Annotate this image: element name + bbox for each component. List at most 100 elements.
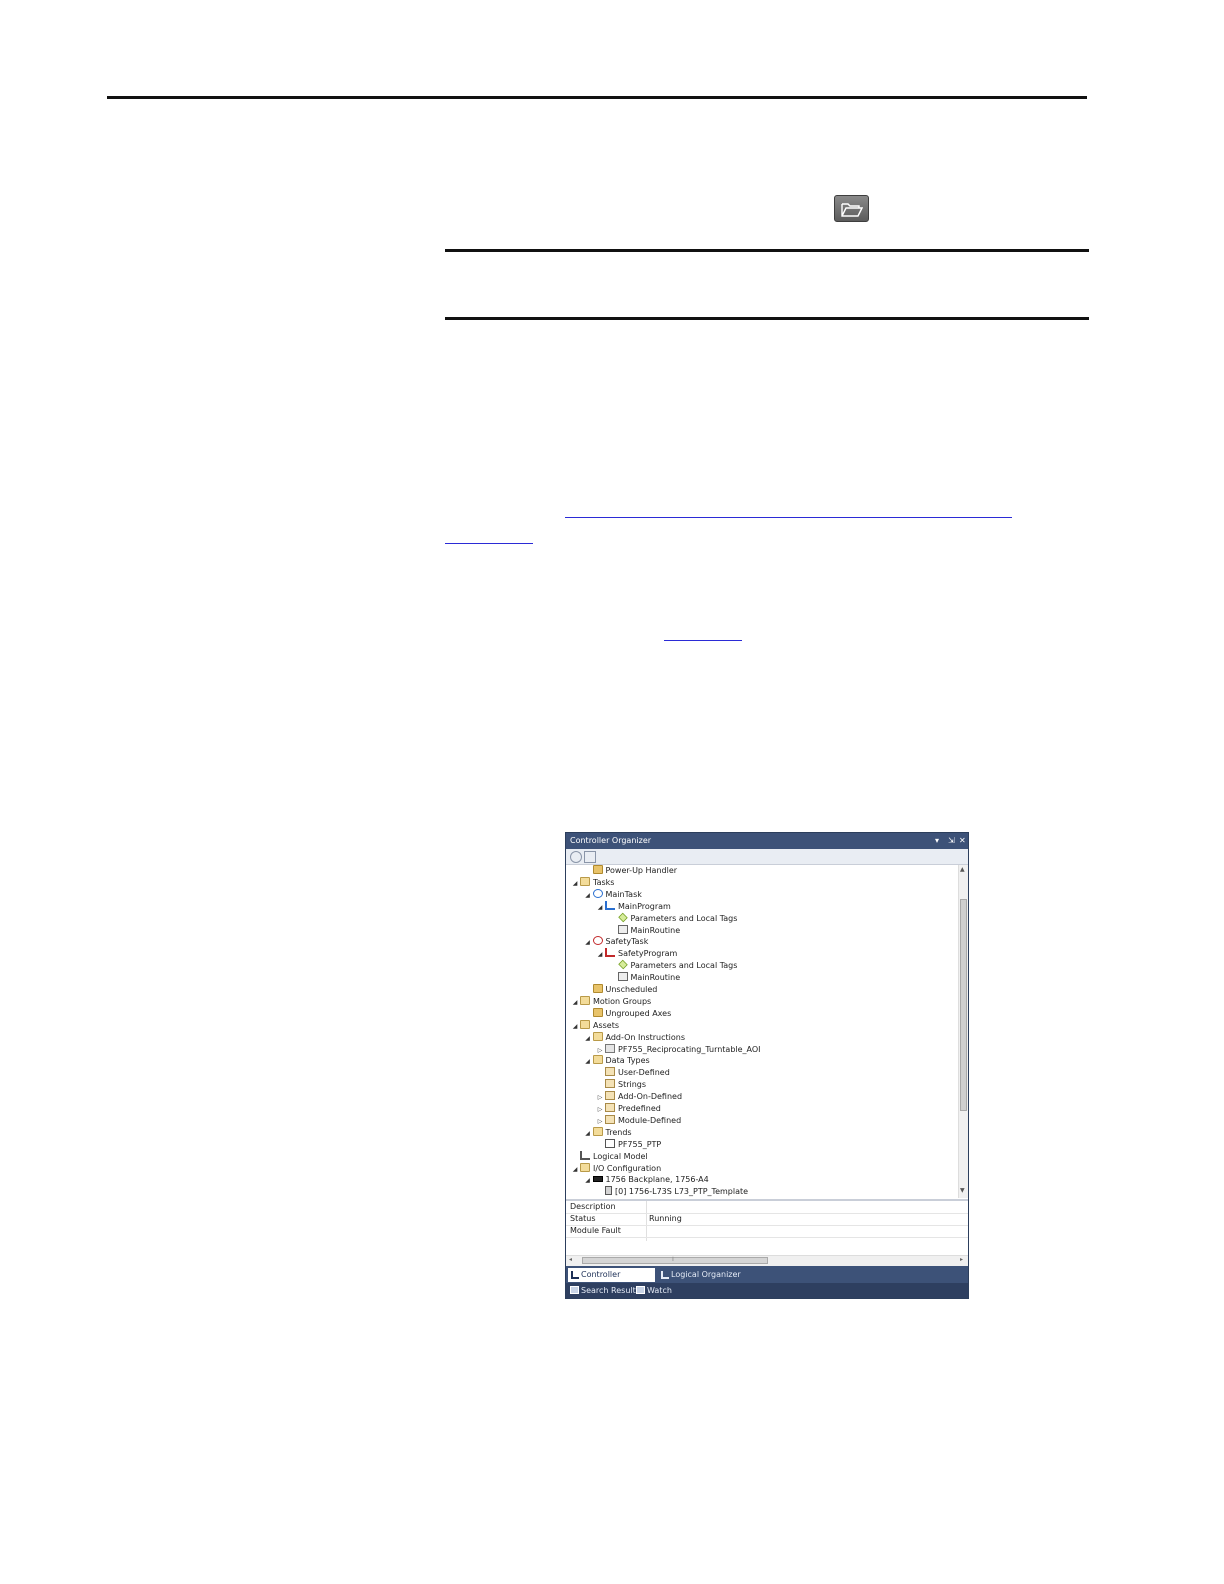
horizontal-scroll-thumb[interactable] <box>582 1257 768 1264</box>
tree-item-label: Data Types <box>605 1056 650 1066</box>
link-underline-1[interactable] <box>565 517 1012 518</box>
tree-item-label: PF755_PTP <box>618 1139 662 1149</box>
tab-logical-organizer[interactable]: Logical Organizer <box>658 1268 748 1282</box>
tree-expander-icon[interactable]: ◢ <box>570 1021 580 1033</box>
pin-icon[interactable]: ⇲ <box>948 833 955 849</box>
link-underline-3[interactable] <box>664 640 742 641</box>
tree-item[interactable]: MainRoutine <box>608 972 680 984</box>
dropdown-icon[interactable]: ▾ <box>935 833 939 849</box>
property-row: Module Fault <box>566 1225 968 1238</box>
tree-item[interactable]: ◢ 1756 Backplane, 1756-A4 <box>583 1174 709 1186</box>
tree-item[interactable]: ◢ SafetyTask <box>583 936 648 949</box>
close-icon[interactable]: ✕ <box>959 833 966 849</box>
tree-item[interactable]: ◢ Tasks <box>570 876 615 890</box>
refresh-icon[interactable] <box>570 851 582 863</box>
tree-expander-icon[interactable]: ◢ <box>595 949 605 961</box>
tree-item[interactable]: ◢ I/O Configuration <box>570 1162 661 1176</box>
tree-vertical-scrollbar[interactable]: ▲ ▼ <box>958 865 968 1198</box>
tree-item-label: Parameters and Local Tags <box>630 961 738 971</box>
scroll-up-icon[interactable]: ▲ <box>960 866 965 873</box>
tree-expander-icon[interactable]: ◢ <box>583 1128 593 1140</box>
watch-button[interactable]: Watch <box>634 1283 672 1298</box>
tree-item-label: Tasks <box>593 877 615 887</box>
datatype-icon <box>605 1103 615 1112</box>
tree-expander-icon[interactable]: ◢ <box>595 902 605 914</box>
tree-item[interactable]: Ungrouped Axes <box>583 1007 672 1020</box>
datatype-icon <box>605 1067 615 1077</box>
bottom-item-label: Search Results <box>581 1286 640 1295</box>
tree-item-label: Predefined <box>618 1104 661 1113</box>
folder-open-icon <box>580 1162 590 1172</box>
safety-program-icon <box>605 948 615 958</box>
bottom-item-label: Watch <box>647 1286 672 1295</box>
tag-icon <box>617 912 628 922</box>
tree-expander-icon[interactable]: ◢ <box>570 1164 580 1176</box>
scroll-right-icon[interactable]: ▸ <box>960 1256 963 1263</box>
tree-item[interactable]: ▷ Add-On-Defined <box>595 1091 682 1103</box>
note-rule-top <box>445 249 1089 252</box>
tab-controller-organizer[interactable]: Controller Organizer <box>568 1268 655 1293</box>
tree-item[interactable]: ▷ PF755_Reciprocating_Turntable_AOI <box>595 1043 761 1056</box>
property-key: Description <box>570 1202 616 1211</box>
scroll-down-icon[interactable]: ▼ <box>960 1187 965 1194</box>
tree-expander-icon[interactable]: ◢ <box>570 997 580 1009</box>
collapse-all-icon[interactable] <box>584 851 596 863</box>
tree-item[interactable]: ◢ SafetyProgram <box>595 948 677 960</box>
tree-item[interactable]: ◢ Data Types <box>583 1055 650 1067</box>
tree-item-label: Module-Defined <box>618 1115 682 1125</box>
tree-item[interactable]: ◢ Assets <box>570 1019 620 1033</box>
tree-item-label: Assets <box>593 1020 620 1030</box>
bottom-dock-bar: Search Results Watch <box>566 1283 968 1298</box>
datatype-icon <box>605 1079 615 1089</box>
tree-scroll-thumb[interactable] <box>960 899 967 1111</box>
folder-open-icon <box>580 1019 590 1029</box>
tree-item-label: PF755_Reciprocating_Turntable_AOI <box>618 1044 761 1054</box>
link-underline-2[interactable] <box>445 543 533 544</box>
tree-item[interactable]: ◢ MainTask <box>583 888 642 902</box>
tree-expander-icon[interactable]: ◢ <box>583 890 593 902</box>
tree-item[interactable]: Logical Model <box>570 1150 648 1163</box>
tree-item[interactable]: Parameters and Local Tags <box>608 959 738 972</box>
tree-item[interactable]: ◢ Add-On Instructions <box>583 1031 686 1045</box>
model-icon <box>580 1150 590 1160</box>
tree-item[interactable]: ▷ Module-Defined <box>595 1114 682 1127</box>
tree-expander-icon[interactable]: ◢ <box>570 878 580 890</box>
tree-item[interactable]: Parameters and Local Tags <box>608 912 737 925</box>
tree-item-label: User-Defined <box>618 1068 670 1078</box>
folder-open-icon <box>592 1031 603 1041</box>
folder-open-icon <box>592 1055 603 1065</box>
search-results-button[interactable]: Search Results <box>568 1283 640 1298</box>
tree-item-label: Add-On Instructions <box>605 1032 686 1042</box>
tree-item[interactable]: ▷ Predefined <box>595 1103 661 1115</box>
panel-title-bar: Controller Organizer ▾ ⇲ ✕ <box>566 833 968 849</box>
tree-item[interactable]: ◢ Trends <box>583 1126 632 1140</box>
tree-item[interactable]: Strings <box>595 1079 646 1091</box>
tree-item-label: Ungrouped Axes <box>605 1008 672 1018</box>
tree-item[interactable]: User-Defined <box>595 1067 670 1079</box>
open-project-button[interactable] <box>834 195 869 222</box>
tree-item[interactable]: Unscheduled <box>583 984 658 996</box>
tree-item[interactable]: ◢ MainProgram <box>595 900 671 914</box>
folder-open-icon <box>580 876 590 886</box>
aoi-icon <box>605 1043 615 1053</box>
properties-horizontal-scrollbar[interactable]: ◂ ⁞ ▸ <box>566 1255 968 1266</box>
tree-item[interactable]: [0] 1756-L73S L73_PTP_Template <box>595 1186 748 1198</box>
tree-item-label: [0] 1756-L73S L73_PTP_Template <box>615 1187 749 1197</box>
module-icon <box>605 1186 612 1196</box>
routine-icon <box>617 972 628 982</box>
trend-icon <box>605 1138 615 1148</box>
tree-item[interactable]: PF755_PTP <box>595 1138 662 1151</box>
tree-item[interactable]: ◢ Motion Groups <box>570 995 652 1009</box>
tree-expander-icon[interactable]: ◢ <box>583 1056 593 1068</box>
scroll-left-icon[interactable]: ◂ <box>569 1256 572 1263</box>
panel-title: Controller Organizer <box>570 836 652 845</box>
tree-item-label: Unscheduled <box>605 985 658 994</box>
organizer-tabs: Controller Organizer Logical Organizer <box>566 1266 968 1293</box>
tree-item[interactable]: Power-Up Handler <box>583 865 677 877</box>
safety-task-icon <box>592 936 603 946</box>
tree-item-label: Motion Groups <box>593 996 652 1006</box>
tree-expander-icon[interactable]: ◢ <box>583 937 593 949</box>
tree-item[interactable]: MainRoutine <box>608 924 680 937</box>
tree-expander-icon[interactable]: ◢ <box>583 1175 593 1187</box>
tree-expander-icon[interactable]: ◢ <box>583 1033 593 1045</box>
